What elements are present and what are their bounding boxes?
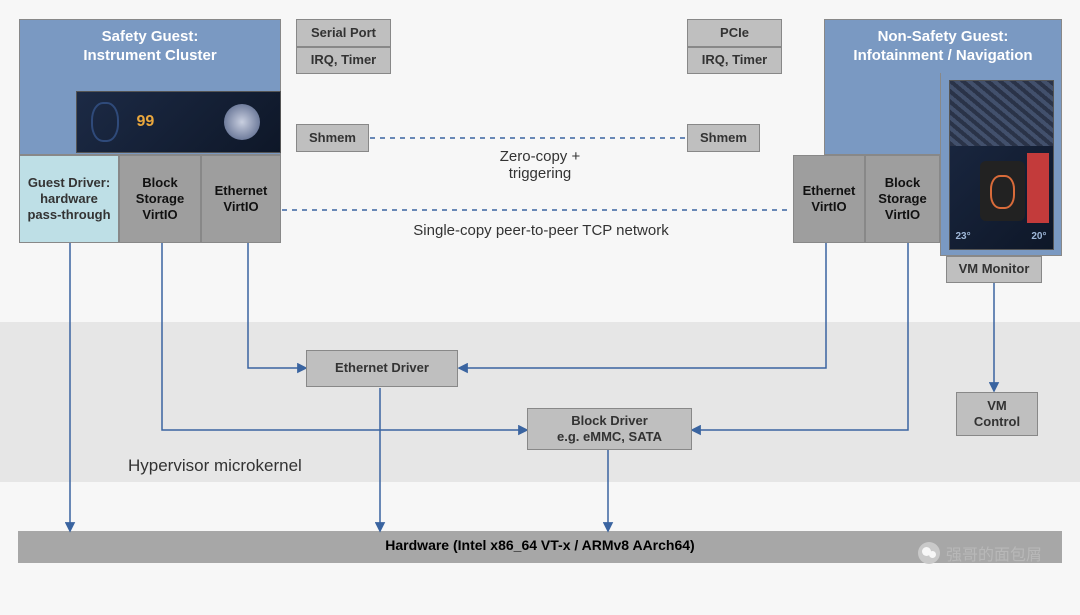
watermark: 强哥的面包屑 bbox=[918, 541, 1042, 565]
guest-driver-passthrough: Guest Driver: hardware pass-through bbox=[19, 155, 119, 243]
nonsafety-ethernet-virtio: Ethernet VirtIO bbox=[793, 155, 865, 243]
non-safety-guest-title: Non-Safety Guest: Infotainment / Navigat… bbox=[824, 19, 1062, 74]
hypervisor-label: Hypervisor microkernel bbox=[128, 456, 302, 476]
vm-control-box: VM Control bbox=[956, 392, 1038, 436]
watermark-text: 强哥的面包屑 bbox=[946, 541, 1042, 565]
non-safety-guest-image-frame: 23° 20° bbox=[940, 73, 1062, 256]
safety-guest-title: Safety Guest: Instrument Cluster bbox=[19, 19, 281, 74]
zero-copy-label: Zero-copy + triggering bbox=[455, 148, 625, 182]
safety-block-storage-virtio: Block Storage VirtIO bbox=[119, 155, 201, 243]
safety-guest-image-frame: 99 bbox=[19, 73, 281, 155]
infotainment-image: 23° 20° bbox=[949, 80, 1054, 250]
serial-port-box: Serial Port bbox=[296, 19, 391, 47]
instrument-cluster-image: 99 bbox=[76, 91, 281, 153]
hardware-band: Hardware (Intel x86_64 VT-x / ARMv8 AArc… bbox=[18, 531, 1062, 563]
right-shmem-box: Shmem bbox=[687, 124, 760, 152]
safety-ethernet-virtio: Ethernet VirtIO bbox=[201, 155, 281, 243]
wechat-icon bbox=[918, 542, 940, 564]
left-shmem-box: Shmem bbox=[296, 124, 369, 152]
nonsafety-block-storage-virtio: Block Storage VirtIO bbox=[865, 155, 940, 243]
nonsafety-header-fill bbox=[824, 73, 940, 155]
ethernet-driver-box: Ethernet Driver bbox=[306, 350, 458, 387]
hardware-label: Hardware (Intel x86_64 VT-x / ARMv8 AArc… bbox=[385, 537, 694, 553]
left-irq-timer-box: IRQ, Timer bbox=[296, 47, 391, 74]
tcp-label: Single-copy peer-to-peer TCP network bbox=[316, 222, 766, 239]
right-irq-timer-box: IRQ, Timer bbox=[687, 47, 782, 74]
pcie-box: PCIe bbox=[687, 19, 782, 47]
vm-monitor-box: VM Monitor bbox=[946, 256, 1042, 283]
block-driver-box: Block Driver e.g. eMMC, SATA bbox=[527, 408, 692, 450]
